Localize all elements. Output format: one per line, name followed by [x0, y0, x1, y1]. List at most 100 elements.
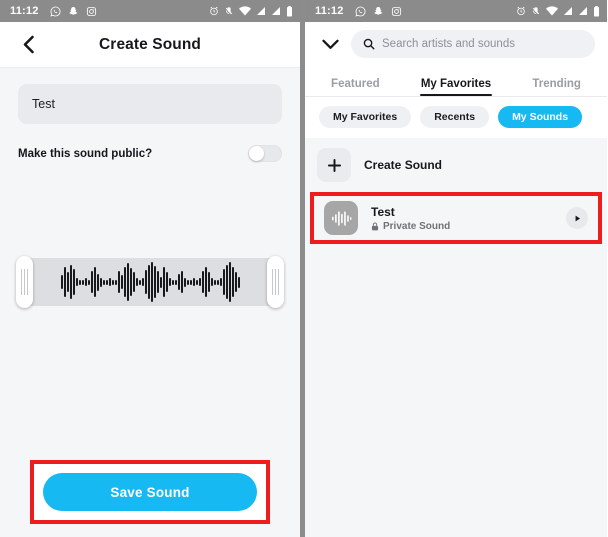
signal-icon — [579, 7, 587, 15]
sound-thumbnail — [324, 201, 358, 235]
waveform-bar — [159, 276, 162, 288]
waveform-bar — [60, 275, 63, 289]
waveform-bar — [189, 279, 192, 285]
waveform-bar — [168, 278, 171, 286]
back-button[interactable] — [6, 23, 50, 67]
waveform-bar — [63, 267, 66, 297]
sound-privacy-label: Private Sound — [383, 220, 451, 232]
wifi-icon — [239, 6, 251, 16]
play-button[interactable] — [566, 207, 588, 229]
waveform-bar — [147, 265, 150, 299]
waveform-bar — [213, 279, 216, 285]
waveform-bar — [207, 272, 210, 292]
waveform-bar — [201, 271, 204, 293]
toggle-knob — [249, 146, 264, 161]
waveform-bar — [177, 274, 180, 290]
right-screen: 11:12 Search artists and sounds Featured… — [305, 0, 607, 537]
trim-handle-right[interactable] — [267, 256, 284, 308]
waveform-bar — [222, 269, 225, 295]
waveform-bar — [66, 272, 69, 292]
chip-my-favorites[interactable]: My Favorites — [319, 106, 412, 128]
waveform-trimmer[interactable] — [16, 256, 284, 308]
waveform-bar — [126, 263, 129, 301]
instagram-icon — [391, 6, 401, 16]
snapchat-icon — [373, 6, 382, 15]
waveform-bar — [120, 275, 123, 289]
waveform-bar — [81, 279, 84, 285]
snapchat-icon — [68, 6, 77, 15]
waveform-bar — [204, 267, 207, 297]
search-bar-row: Search artists and sounds — [305, 22, 607, 66]
waveform-bar — [198, 278, 201, 286]
chip-my-sounds[interactable]: My Sounds — [498, 106, 583, 128]
whatsapp-icon — [355, 6, 365, 16]
category-tabs: Featured My Favorites Trending — [305, 66, 607, 97]
battery-icon — [594, 5, 599, 16]
waveform-bar — [111, 279, 114, 285]
trimmer-track — [16, 256, 284, 308]
waveform-bar — [93, 267, 96, 297]
create-sound-thumb — [317, 148, 351, 182]
waveform-bar — [153, 266, 156, 298]
signal-icon — [272, 7, 280, 15]
status-left-icons — [355, 6, 402, 17]
waveform-bar — [69, 265, 72, 299]
tab-featured[interactable]: Featured — [305, 78, 406, 96]
signal-icon — [564, 7, 572, 15]
handle-grip-line — [24, 269, 25, 295]
collapse-button[interactable] — [313, 27, 347, 61]
waveform-bar — [90, 271, 93, 293]
trim-handle-left[interactable] — [16, 256, 33, 308]
alarm-icon — [517, 6, 525, 16]
public-toggle-switch[interactable] — [248, 145, 282, 162]
handle-grip-line — [275, 269, 276, 295]
waveform-bar — [219, 278, 222, 286]
waveform-bar — [138, 279, 141, 285]
waveform-bar — [195, 279, 198, 285]
list-item[interactable]: Test Private Sound — [314, 196, 598, 240]
waveform-bar — [237, 276, 240, 288]
waveform-bar — [102, 279, 105, 285]
create-sound-label: Create Sound — [364, 158, 443, 172]
waveform-bar — [174, 279, 177, 285]
tab-my-favorites[interactable]: My Favorites — [406, 78, 507, 96]
status-bar-left: 11:12 — [0, 0, 300, 22]
waveform-bar — [108, 278, 111, 286]
waveform-bar — [114, 279, 117, 285]
sound-row-text: Test Private Sound — [371, 205, 450, 232]
handle-grip-line — [272, 269, 273, 295]
waveform-bar — [171, 279, 174, 285]
waveform-bar — [141, 278, 144, 286]
waveform-bar — [132, 272, 135, 292]
waveform-bar — [228, 262, 231, 302]
left-screen: 11:12 Create Sound Test Make this sound … — [0, 0, 300, 537]
waveform-bars — [47, 262, 254, 302]
alarm-icon — [210, 6, 218, 16]
waveform-bar — [186, 279, 189, 285]
save-sound-button[interactable]: Save Sound — [43, 473, 257, 511]
tab-trending[interactable]: Trending — [506, 78, 607, 96]
waveform-bar — [165, 272, 168, 292]
chevron-down-icon — [321, 39, 339, 49]
sound-privacy: Private Sound — [371, 221, 450, 232]
waveform-bar — [183, 277, 186, 287]
waveform-bar — [144, 270, 147, 294]
status-bar-right: 11:12 — [305, 0, 607, 22]
sound-title: Test — [371, 204, 395, 219]
search-input[interactable]: Search artists and sounds — [351, 30, 595, 58]
status-right-icons — [209, 5, 293, 17]
create-sound-row[interactable]: Create Sound — [305, 142, 607, 188]
status-time: 11:12 — [315, 5, 344, 17]
filter-chips: My Favorites Recents My Sounds — [305, 97, 607, 138]
public-toggle-row: Make this sound public? — [18, 145, 282, 162]
status-left-icons — [50, 6, 97, 17]
sound-name-input[interactable]: Test — [18, 84, 282, 124]
waveform-bar — [117, 271, 120, 293]
chevron-left-icon — [23, 35, 34, 54]
chip-recents[interactable]: Recents — [420, 106, 490, 128]
public-toggle-label: Make this sound public? — [18, 147, 153, 160]
vibrate-off-icon — [225, 7, 233, 15]
waveform-bar — [78, 279, 81, 285]
waveform-bar — [234, 272, 237, 292]
handle-grip-line — [21, 269, 22, 295]
